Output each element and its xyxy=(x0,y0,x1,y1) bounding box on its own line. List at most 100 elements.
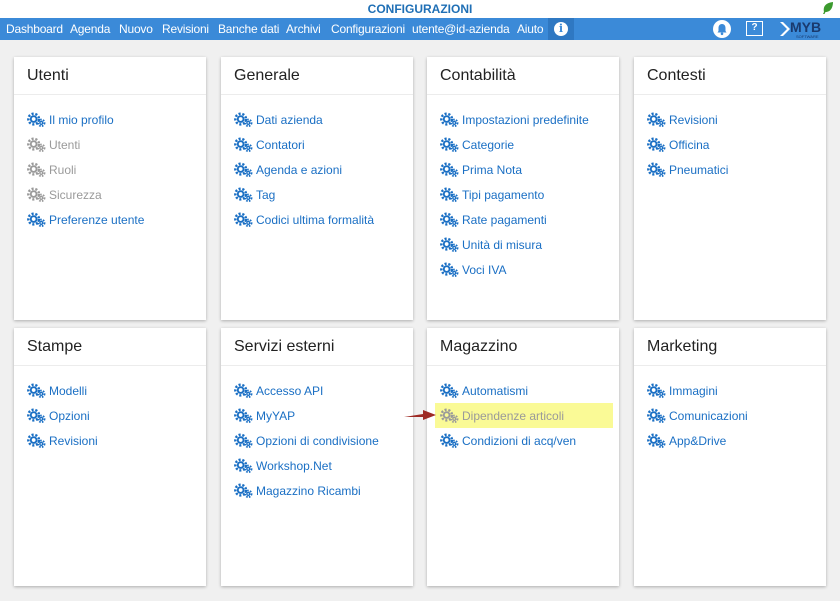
nav-user-account[interactable]: utente@id-azienda xyxy=(412,18,510,40)
link-preferenze-utente[interactable]: Preferenze utente xyxy=(14,207,206,232)
gears-icon xyxy=(234,161,253,177)
leaf-icon xyxy=(823,2,833,14)
help-button[interactable]: ? xyxy=(746,21,763,36)
link-label: Dati azienda xyxy=(256,112,323,127)
link-label: Comunicazioni xyxy=(669,408,748,423)
gears-icon xyxy=(440,407,459,423)
link-rate-pagamenti[interactable]: Rate pagamenti xyxy=(427,207,619,232)
gears-icon xyxy=(234,482,253,498)
help-icon: ? xyxy=(751,22,758,33)
gears-icon xyxy=(27,432,46,448)
gears-icon xyxy=(647,407,666,423)
link-workshop-net[interactable]: Workshop.Net xyxy=(221,453,413,478)
nav-configurazioni[interactable]: Configurazioni xyxy=(331,18,405,40)
link-unita-di-misura[interactable]: Unità di misura xyxy=(427,232,619,257)
link-tag[interactable]: Tag xyxy=(221,182,413,207)
card-title: Generale xyxy=(221,57,413,95)
link-label: Accesso API xyxy=(256,383,324,398)
link-label: Ruoli xyxy=(49,162,77,177)
link-label: Tipi pagamento xyxy=(462,187,545,202)
link-sicurezza: Sicurezza xyxy=(14,182,206,207)
gears-icon xyxy=(647,382,666,398)
pointer-arrow-icon xyxy=(404,410,436,420)
gears-icon xyxy=(27,111,46,127)
link-il-mio-profilo[interactable]: Il mio profilo xyxy=(14,107,206,132)
link-accesso-api[interactable]: Accesso API xyxy=(221,378,413,403)
info-button[interactable]: i xyxy=(548,18,574,40)
gears-icon xyxy=(647,432,666,448)
nav-banche-dati[interactable]: Banche dati xyxy=(218,18,279,40)
nav-revisioni[interactable]: Revisioni xyxy=(162,18,209,40)
link-revisioni-stampe[interactable]: Revisioni xyxy=(14,428,206,453)
link-prima-nota[interactable]: Prima Nota xyxy=(427,157,619,182)
link-label: MyYAP xyxy=(256,408,296,423)
link-dipendenze-articoli[interactable]: Dipendenze articoli xyxy=(435,403,613,428)
link-impostazioni-predefinite[interactable]: Impostazioni predefinite xyxy=(427,107,619,132)
nav-aiuto[interactable]: Aiuto xyxy=(517,18,544,40)
gears-icon xyxy=(27,382,46,398)
link-label: Immagini xyxy=(669,383,718,398)
link-label: Automatismi xyxy=(462,383,529,398)
link-modelli[interactable]: Modelli xyxy=(14,378,206,403)
gears-icon xyxy=(647,136,666,152)
link-label: Prima Nota xyxy=(462,162,523,177)
gears-icon xyxy=(440,432,459,448)
nav-dashboard[interactable]: Dashboard xyxy=(6,18,63,40)
link-ruoli: Ruoli xyxy=(14,157,206,182)
gears-icon xyxy=(234,186,253,202)
link-contatori[interactable]: Contatori xyxy=(221,132,413,157)
gears-icon xyxy=(647,111,666,127)
link-app-drive[interactable]: App&Drive xyxy=(634,428,826,453)
gears-icon xyxy=(27,161,46,177)
gears-icon xyxy=(440,161,459,177)
link-label: Workshop.Net xyxy=(256,458,332,473)
link-label: Opzioni di condivisione xyxy=(256,433,379,448)
link-revisioni[interactable]: Revisioni xyxy=(634,107,826,132)
link-codici-ultima-formalita[interactable]: Codici ultima formalità xyxy=(221,207,413,232)
nav-agenda[interactable]: Agenda xyxy=(70,18,110,40)
gears-icon xyxy=(234,457,253,473)
nav-nuovo[interactable]: Nuovo xyxy=(119,18,153,40)
link-label: App&Drive xyxy=(669,433,727,448)
link-agenda-e-azioni[interactable]: Agenda e azioni xyxy=(221,157,413,182)
gears-icon xyxy=(234,407,253,423)
gears-icon xyxy=(234,136,253,152)
link-dati-azienda[interactable]: Dati azienda xyxy=(221,107,413,132)
card-title: Stampe xyxy=(14,328,206,366)
card-generale: Generale Dati azienda Contatori Agenda e… xyxy=(221,57,413,320)
card-magazzino: Magazzino Automatismi Dipendenze articol… xyxy=(427,328,619,586)
bell-icon xyxy=(717,24,727,36)
link-label: Modelli xyxy=(49,383,88,398)
link-voci-iva[interactable]: Voci IVA xyxy=(427,257,619,282)
link-magazzino-ricambi[interactable]: Magazzino Ricambi xyxy=(221,478,413,503)
link-label: Rate pagamenti xyxy=(462,212,547,227)
link-label: Dipendenze articoli xyxy=(462,408,565,423)
link-opzioni[interactable]: Opzioni xyxy=(14,403,206,428)
gears-icon xyxy=(27,211,46,227)
card-stampe: Stampe Modelli Opzioni Revisioni xyxy=(14,328,206,586)
link-condizioni-di-acq-ven[interactable]: Condizioni di acq/ven xyxy=(427,428,619,453)
nav-archivi[interactable]: Archivi xyxy=(286,18,321,40)
link-label: Agenda e azioni xyxy=(256,162,343,177)
info-icon: i xyxy=(554,22,568,36)
link-label: Pneumatici xyxy=(669,162,729,177)
link-automatismi[interactable]: Automatismi xyxy=(427,378,619,403)
link-opzioni-di-condivisione[interactable]: Opzioni di condivisione xyxy=(221,428,413,453)
link-pneumatici[interactable]: Pneumatici xyxy=(634,157,826,182)
link-myyap[interactable]: MyYAP xyxy=(221,403,413,428)
link-tipi-pagamento[interactable]: Tipi pagamento xyxy=(427,182,619,207)
notifications-button[interactable] xyxy=(713,20,731,38)
logo-subtext: SOFTWARE xyxy=(796,34,819,39)
link-label: Officina xyxy=(669,137,710,152)
card-title: Magazzino xyxy=(427,328,619,366)
gears-icon xyxy=(234,432,253,448)
link-immagini[interactable]: Immagini xyxy=(634,378,826,403)
link-categorie[interactable]: Categorie xyxy=(427,132,619,157)
card-title: Servizi esterni xyxy=(221,328,413,366)
link-label: Condizioni di acq/ven xyxy=(462,433,577,448)
link-officina[interactable]: Officina xyxy=(634,132,826,157)
gears-icon xyxy=(440,136,459,152)
link-label: Utenti xyxy=(49,137,81,152)
link-comunicazioni[interactable]: Comunicazioni xyxy=(634,403,826,428)
card-utenti: Utenti Il mio profilo Utenti Ruoli Sicur… xyxy=(14,57,206,320)
